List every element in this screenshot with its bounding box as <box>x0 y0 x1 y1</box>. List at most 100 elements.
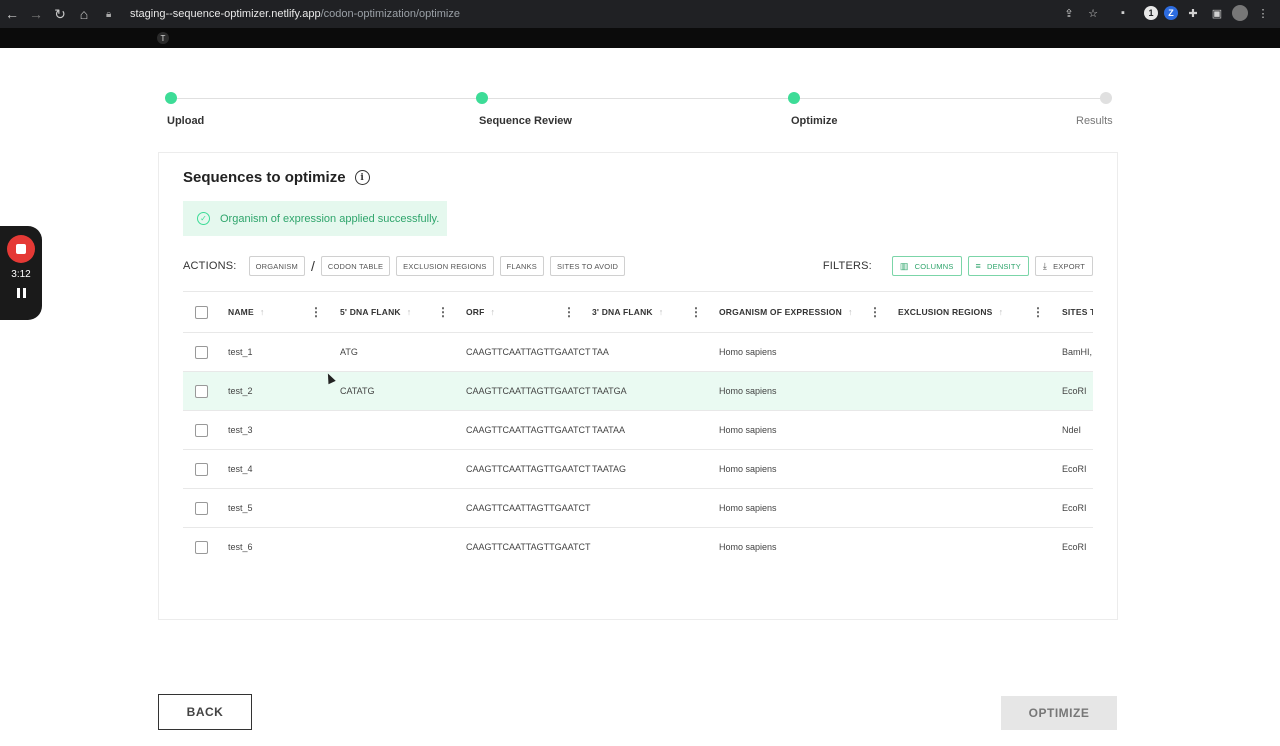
stop-record-icon[interactable] <box>7 235 35 263</box>
column-menu-icon[interactable]: ⋮ <box>1032 305 1044 319</box>
cell-name: test_6 <box>228 542 253 552</box>
step-dot-upload <box>165 92 177 104</box>
back-button[interactable]: BACK <box>158 694 252 730</box>
step-dot-optimize <box>788 92 800 104</box>
column-header-orf[interactable]: ORF ↑ <box>466 307 495 317</box>
reload-icon[interactable]: ↻ <box>48 2 72 26</box>
cell-organism: Homo sapiens <box>719 347 777 357</box>
lock-icon: 🔒︎ <box>106 8 112 20</box>
column-header-exclusion-regions[interactable]: EXCLUSION REGIONS ↑ <box>898 307 1003 317</box>
optimize-button[interactable]: OPTIMIZE <box>1001 696 1117 730</box>
home-icon[interactable]: ⌂ <box>72 2 96 26</box>
table-row[interactable]: test_6 CAAGTTCAATTAGTTGAATCT Homo sapien… <box>183 528 1093 565</box>
address-bar[interactable]: 🔒︎ staging--sequence-optimizer.netlify.a… <box>100 3 1090 25</box>
sites-to-avoid-button[interactable]: SITES TO AVOID <box>549 256 626 276</box>
table-row[interactable]: test_4 CAAGTTCAATTAGTTGAATCT TAATAG Homo… <box>183 450 1093 489</box>
step-connector <box>488 98 789 99</box>
export-label: EXPORT <box>1053 261 1085 271</box>
column-menu-icon[interactable]: ⋮ <box>869 305 881 319</box>
screen-recorder-widget: 3:12 <box>0 226 42 320</box>
sort-arrow-icon[interactable]: ↑ <box>407 307 412 317</box>
back-arrow-icon[interactable]: ← <box>0 2 24 26</box>
column-menu-icon[interactable]: ⋮ <box>690 305 702 319</box>
cell-name: test_1 <box>228 347 253 357</box>
row-checkbox[interactable] <box>195 385 208 398</box>
extension-icon[interactable]: ▪ <box>1108 4 1138 22</box>
table-row[interactable]: test_5 CAAGTTCAATTAGTTGAATCT Homo sapien… <box>183 489 1093 528</box>
sort-arrow-icon[interactable]: ↑ <box>848 307 853 317</box>
cell-name: test_2 <box>228 386 253 396</box>
cell-organism: Homo sapiens <box>719 425 777 435</box>
step-dot-results <box>1100 92 1112 104</box>
row-checkbox[interactable] <box>195 502 208 515</box>
flanks-button[interactable]: FLANKS <box>499 256 544 276</box>
cell-orf: CAAGTTCAATTAGTTGAATCT <box>466 464 591 474</box>
column-header-sites[interactable]: SITES T <box>1062 307 1093 317</box>
sequences-card: Sequences to optimize i ✓ Organism of ex… <box>158 152 1118 620</box>
row-checkbox[interactable] <box>195 463 208 476</box>
select-all-checkbox[interactable] <box>195 306 208 319</box>
column-header-3-flank[interactable]: 3' DNA FLANK ↑ <box>592 307 663 317</box>
row-checkbox[interactable] <box>195 424 208 437</box>
organism-button[interactable]: ORGANISM <box>248 256 305 276</box>
row-checkbox[interactable] <box>195 346 208 359</box>
puzzle-icon[interactable]: ✚ <box>1184 4 1202 22</box>
column-header-5-flank[interactable]: 5' DNA FLANK ↑ <box>340 307 411 317</box>
column-header-label: ORGANISM OF EXPRESSION <box>719 307 842 317</box>
step-label-results: Results <box>1076 115 1113 127</box>
column-header-organism[interactable]: ORGANISM OF EXPRESSION ↑ <box>719 307 853 317</box>
forward-arrow-icon[interactable]: → <box>24 2 48 26</box>
cell-orf: CAAGTTCAATTAGTTGAATCT <box>466 347 591 357</box>
star-icon[interactable]: ☆ <box>1084 4 1102 22</box>
codon-table-button[interactable]: CODON TABLE <box>320 256 391 276</box>
zoom-extension-icon[interactable]: Z <box>1164 6 1178 20</box>
bookmark-icon[interactable]: T <box>157 32 169 44</box>
column-menu-icon[interactable]: ⋮ <box>437 305 449 319</box>
sidepanel-icon[interactable]: ▣ <box>1208 4 1226 22</box>
actions-label: ACTIONS: <box>183 260 237 272</box>
pause-icon[interactable] <box>16 288 26 298</box>
exclusion-regions-button[interactable]: EXCLUSION REGIONS <box>396 256 494 276</box>
password-manager-icon[interactable]: 1 <box>1144 6 1158 20</box>
column-menu-icon[interactable]: ⋮ <box>563 305 575 319</box>
table-row[interactable]: test_3 CAAGTTCAATTAGTTGAATCT TAATAA Homo… <box>183 411 1093 450</box>
cell-orf: CAAGTTCAATTAGTTGAATCT <box>466 503 591 513</box>
sort-arrow-icon[interactable]: ↑ <box>260 307 265 317</box>
export-button[interactable]: ⤓ EXPORT <box>1034 256 1093 276</box>
info-icon[interactable]: i <box>354 170 370 185</box>
column-header-name[interactable]: NAME ↑ <box>228 307 265 317</box>
table-row[interactable]: test_2 CATATG CAAGTTCAATTAGTTGAATCT TAAT… <box>183 372 1093 411</box>
progress-stepper: Upload Sequence Review Optimize Results <box>165 92 1116 132</box>
columns-icon: ▥ <box>899 260 909 271</box>
cell-sites: EcoRI <box>1062 503 1087 513</box>
density-button[interactable]: ≡ DENSITY <box>967 256 1029 276</box>
cell-sites: EcoRI <box>1062 464 1087 474</box>
browser-extensions: ⇪ ☆ ▪ 1 Z ✚ ▣ ⋮ <box>1060 4 1272 22</box>
column-menu-icon[interactable]: ⋮ <box>310 305 322 319</box>
cell-orf: CAAGTTCAATTAGTTGAATCT <box>466 542 591 552</box>
recording-time: 3:12 <box>11 269 31 280</box>
cell-sites: NdeI <box>1062 425 1082 435</box>
cell-5-flank: ATG <box>340 347 358 357</box>
share-icon[interactable]: ⇪ <box>1060 4 1078 22</box>
kebab-menu-icon[interactable]: ⋮ <box>1254 4 1272 22</box>
step-dot-sequence-review <box>476 92 488 104</box>
profile-avatar[interactable] <box>1232 5 1248 21</box>
columns-button[interactable]: ▥ COLUMNS <box>891 256 962 276</box>
sort-arrow-icon[interactable]: ↑ <box>491 307 496 317</box>
step-connector <box>177 98 478 99</box>
table-row[interactable]: test_1 ATG CAAGTTCAATTAGTTGAATCT TAA Hom… <box>183 333 1093 372</box>
cell-sites: EcoRI <box>1062 542 1087 552</box>
row-checkbox[interactable] <box>195 541 208 554</box>
step-label-sequence-review: Sequence Review <box>479 115 572 127</box>
sort-arrow-icon[interactable]: ↑ <box>659 307 664 317</box>
cell-organism: Homo sapiens <box>719 386 777 396</box>
sort-arrow-icon[interactable]: ↑ <box>999 307 1004 317</box>
column-header-label: NAME <box>228 307 254 317</box>
cell-name: test_3 <box>228 425 253 435</box>
cell-3-flank: TAATAG <box>592 464 627 474</box>
step-connector <box>800 98 1101 99</box>
step-label-optimize: Optimize <box>791 115 838 127</box>
column-header-label: ORF <box>466 307 485 317</box>
success-alert: ✓ Organism of expression applied success… <box>183 201 447 236</box>
